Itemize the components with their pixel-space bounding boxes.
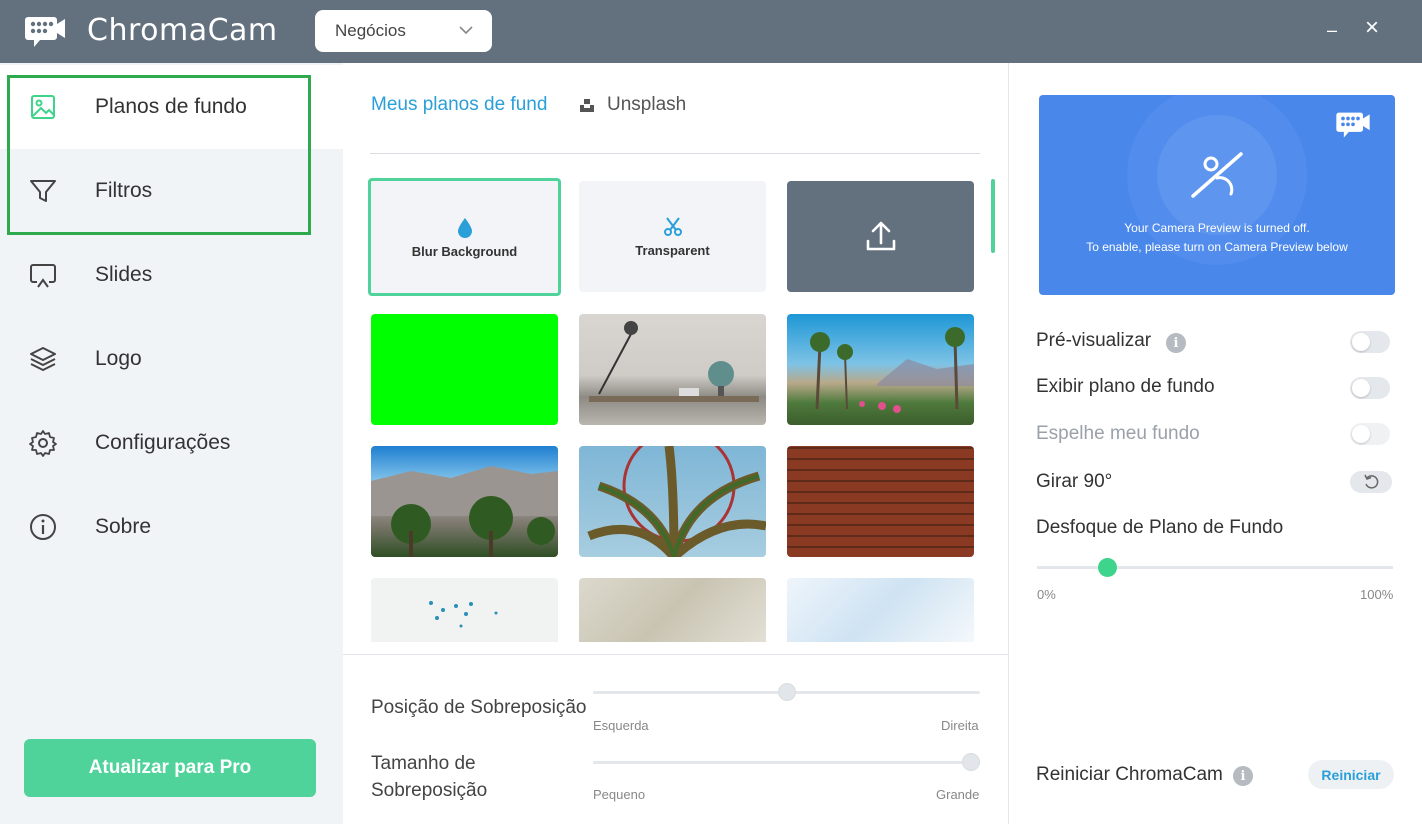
preview-off-message: Your Camera Preview is turned off. bbox=[1124, 221, 1310, 235]
dots-map-image bbox=[429, 601, 498, 628]
mirror-background-label: Espelhe meu fundo bbox=[1036, 423, 1200, 444]
overlay-size-track[interactable] bbox=[593, 761, 980, 764]
sidebar-item-label: Slides bbox=[95, 263, 153, 286]
green-screen-tile[interactable] bbox=[371, 314, 558, 425]
mirror-background-toggle[interactable] bbox=[1350, 423, 1390, 445]
app-title: ChromaCam bbox=[87, 13, 278, 48]
slides-icon bbox=[30, 264, 56, 288]
palm-desert-tile[interactable] bbox=[787, 314, 974, 425]
show-background-label: Exibir plano de fundo bbox=[1036, 376, 1215, 397]
mountain-palms-tile[interactable] bbox=[371, 446, 558, 557]
room-scene-image bbox=[589, 321, 759, 402]
restart-label: Reiniciar ChromaCam bbox=[1036, 764, 1223, 785]
right-panel: Your Camera Preview is turned off. To en… bbox=[1008, 63, 1422, 824]
overlay-position-min: Esquerda bbox=[593, 718, 649, 733]
chromacam-logo-icon bbox=[25, 17, 65, 47]
background-blur-label: Desfoque de Plano de Fundo bbox=[1036, 517, 1284, 538]
gear-icon bbox=[29, 430, 57, 457]
upload-tile[interactable] bbox=[787, 181, 974, 292]
dots-map-tile[interactable] bbox=[371, 578, 558, 642]
tab-my-backgrounds[interactable]: Meus planos de fund bbox=[371, 94, 547, 116]
tab-divider bbox=[370, 153, 980, 154]
ferris-wheel-image bbox=[587, 446, 766, 557]
gallery-scrollbar[interactable] bbox=[991, 179, 995, 253]
palm-desert-image bbox=[810, 327, 974, 413]
overlay-position-label: Posição de Sobreposição bbox=[371, 697, 587, 718]
layers-icon bbox=[30, 347, 56, 371]
upload-icon bbox=[866, 221, 895, 250]
show-background-toggle[interactable] bbox=[1350, 377, 1390, 399]
overlay-position-max: Direita bbox=[941, 718, 979, 733]
overlay-size-label: Tamanho de Sobreposição bbox=[371, 753, 488, 801]
background-blur-track[interactable] bbox=[1037, 566, 1393, 569]
transparent-label: Transparent bbox=[635, 243, 710, 258]
minimize-button[interactable]: – bbox=[1320, 18, 1344, 42]
camera-off-icon bbox=[1191, 152, 1243, 198]
blur-background-tile[interactable]: Blur Background bbox=[368, 178, 561, 296]
transparent-tile[interactable]: Transparent bbox=[579, 181, 766, 292]
overlay-size-min: Pequeno bbox=[593, 787, 646, 802]
chromacam-badge-icon bbox=[1336, 112, 1370, 138]
filter-icon bbox=[30, 180, 56, 202]
sidebar-item-label: Sobre bbox=[95, 515, 152, 538]
sidebar-item-backgrounds[interactable]: Planos de fundo bbox=[0, 65, 343, 149]
title-bar: ChromaCam Negócios – × bbox=[0, 0, 1422, 63]
sidebar-item-label: Filtros bbox=[95, 179, 153, 202]
sidebar-item-label: Planos de fundo bbox=[95, 95, 247, 118]
restart-button[interactable]: Reiniciar bbox=[1308, 760, 1394, 789]
blur-min-label: 0% bbox=[1037, 587, 1056, 602]
sidebar-item-filters[interactable]: Filtros bbox=[0, 149, 343, 233]
sidebar-item-slides[interactable]: Slides bbox=[0, 233, 343, 317]
sidebar-item-about[interactable]: Sobre bbox=[0, 485, 343, 569]
sidebar-item-settings[interactable]: Configurações bbox=[0, 401, 343, 485]
chevron-down-icon bbox=[459, 26, 473, 35]
unsplash-icon bbox=[580, 99, 594, 112]
profile-dropdown[interactable]: Negócios bbox=[315, 10, 492, 52]
preview-label: Pré-visualizar bbox=[1036, 330, 1152, 351]
mountain-palms-image bbox=[371, 466, 558, 557]
background-blur-slider[interactable] bbox=[1097, 558, 1117, 577]
sidebar-item-logo[interactable]: Logo bbox=[0, 317, 343, 401]
main-panel: Meus planos de fund Unsplash Blur Backgr… bbox=[343, 63, 1008, 824]
blur-max-label: 100% bbox=[1360, 587, 1394, 602]
info-icon[interactable]: i bbox=[1233, 766, 1253, 786]
upgrade-pro-button[interactable]: Atualizar para Pro bbox=[24, 739, 316, 797]
close-button[interactable]: × bbox=[1360, 14, 1384, 41]
watercolor-tile[interactable] bbox=[787, 578, 974, 642]
sidebar-item-label: Configurações bbox=[95, 431, 231, 454]
overlay-position-slider[interactable] bbox=[777, 683, 796, 701]
preview-enable-hint: To enable, please turn on Camera Preview… bbox=[1086, 240, 1348, 254]
overlay-divider bbox=[343, 654, 1008, 655]
profile-dropdown-value: Negócios bbox=[335, 21, 406, 40]
info-icon bbox=[30, 514, 56, 540]
rotate-label: Girar 90° bbox=[1036, 471, 1113, 492]
water-drop-icon bbox=[457, 217, 472, 238]
image-icon bbox=[31, 95, 55, 119]
preview-toggle[interactable] bbox=[1350, 331, 1390, 353]
sidebar: Planos de fundo Filtros Slides Logo Conf… bbox=[0, 63, 343, 824]
ferris-wheel-palm-tile[interactable] bbox=[579, 446, 766, 557]
blur-background-label: Blur Background bbox=[411, 243, 518, 259]
overlay-size-max: Grande bbox=[936, 787, 980, 802]
scissors-icon bbox=[663, 217, 682, 236]
red-brick-tile[interactable] bbox=[787, 446, 974, 557]
rotate-icon bbox=[1364, 474, 1379, 489]
sidebar-item-label: Logo bbox=[95, 347, 142, 370]
tab-unsplash[interactable]: Unsplash bbox=[607, 94, 686, 116]
info-icon[interactable]: i bbox=[1166, 333, 1186, 353]
textured-paper-tile[interactable] bbox=[579, 578, 766, 642]
camera-preview: Your Camera Preview is turned off. To en… bbox=[1039, 95, 1395, 295]
overlay-size-slider[interactable] bbox=[962, 753, 980, 771]
white-brick-room-tile[interactable] bbox=[579, 314, 766, 425]
rotate-button[interactable] bbox=[1350, 471, 1392, 493]
